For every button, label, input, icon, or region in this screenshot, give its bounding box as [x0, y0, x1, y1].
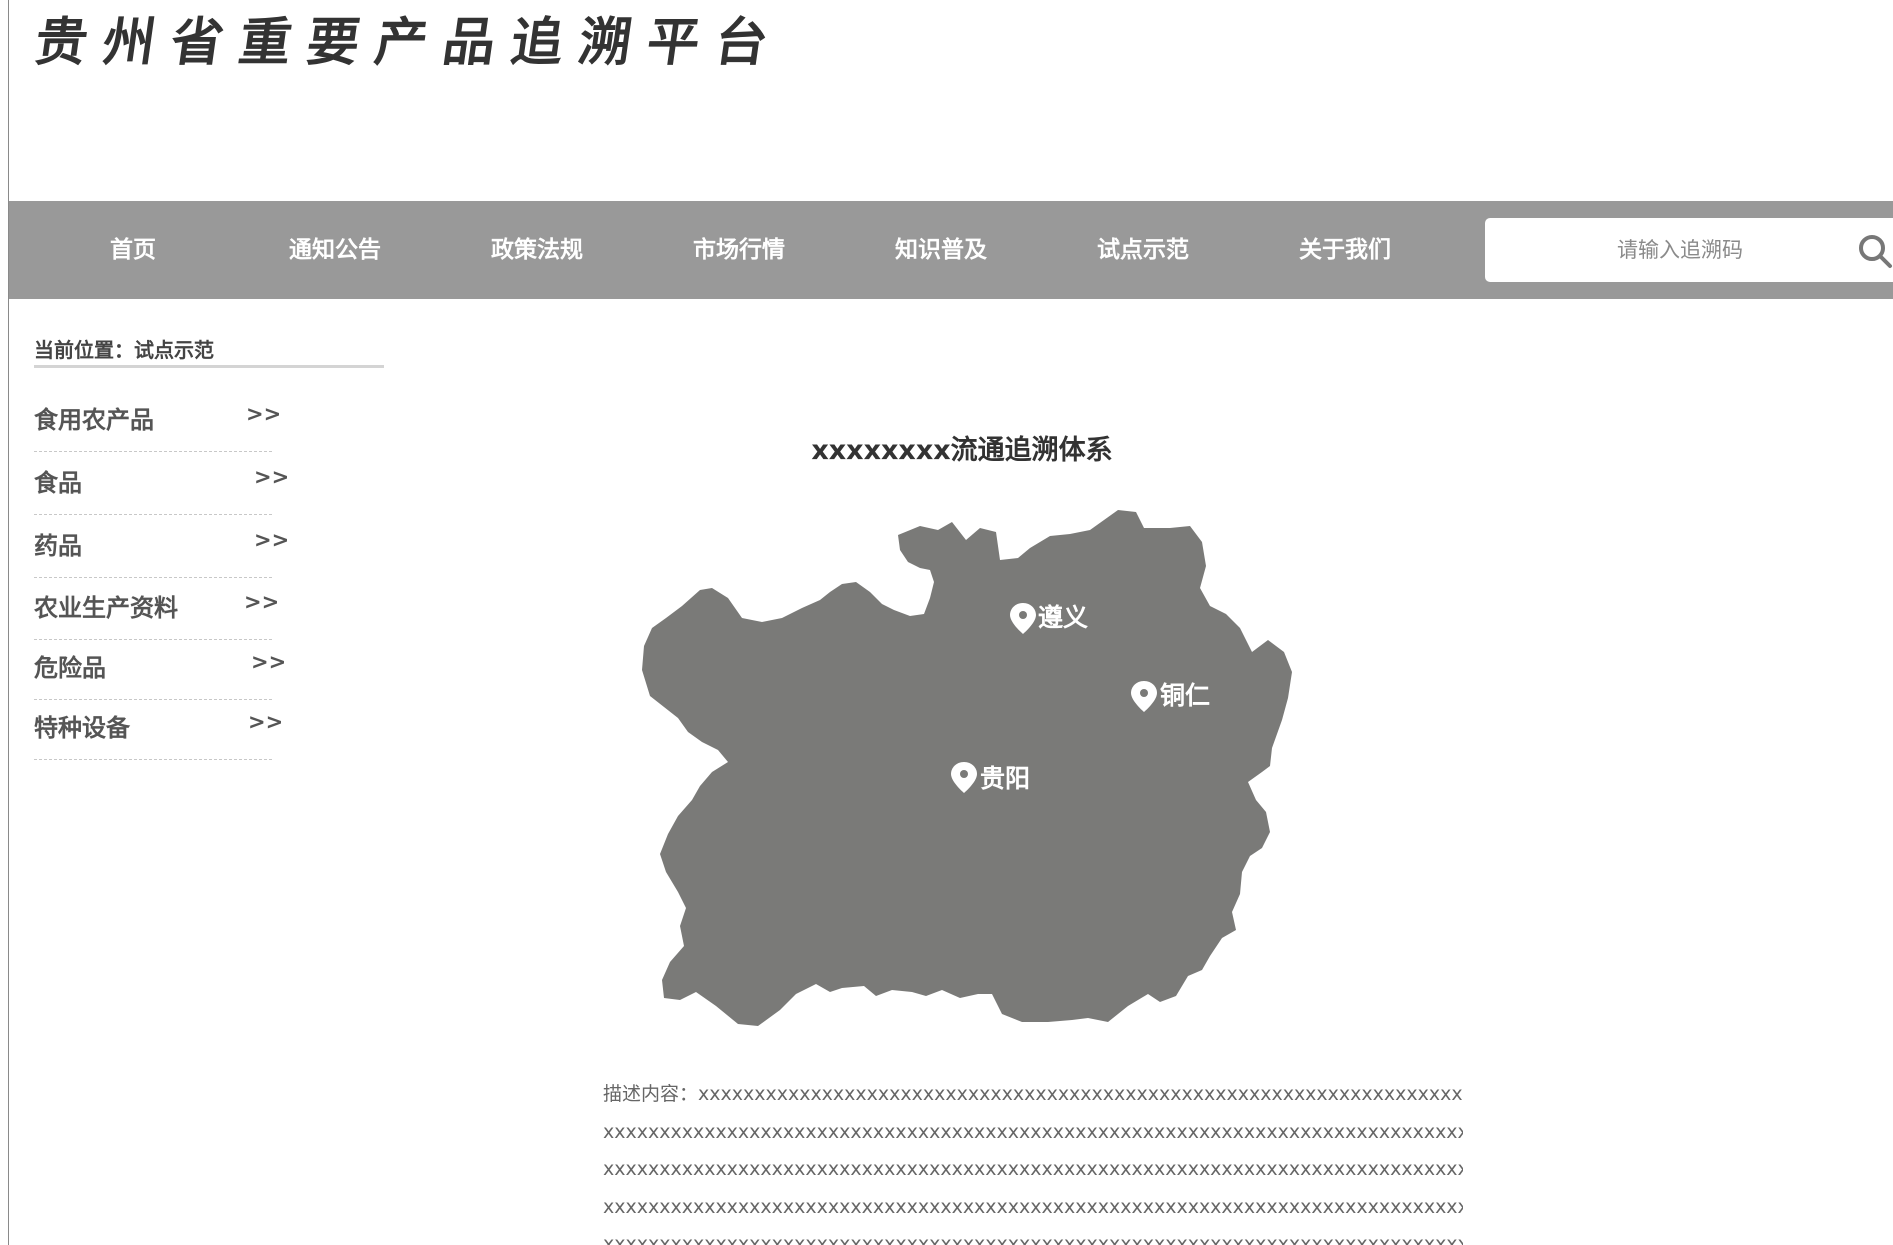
page-left-border	[8, 0, 9, 1245]
city-marker-tongren[interactable]: 铜仁	[1131, 681, 1210, 712]
sidebar-item-arrow: >>	[254, 528, 290, 552]
sidebar-item-label: 农业生产资料	[34, 594, 178, 622]
sidebar-item-label: 危险品	[34, 654, 106, 682]
description-block: 描述内容：xxxxxxxxxxxxxxxxxxxxxxxxxxxxxxxxxxx…	[603, 1076, 1463, 1245]
description-line: xxxxxxxxxxxxxxxxxxxxxxxxxxxxxxxxxxxxxxxx…	[603, 1158, 1463, 1180]
breadcrumb: 当前位置：试点示范	[34, 334, 384, 368]
nav-item-about[interactable]: 关于我们	[1299, 201, 1391, 299]
sidebar-item-arrow: >>	[254, 465, 290, 489]
trace-code-search-input[interactable]	[1485, 218, 1845, 282]
description-line: xxxxxxxxxxxxxxxxxxxxxxxxxxxxxxxxxxxxxxxx…	[603, 1120, 1463, 1143]
nav-item-notices[interactable]: 通知公告	[289, 201, 381, 299]
sidebar-item-edible-agricultural[interactable]: 食用农产品 >>	[34, 392, 281, 452]
sidebar-item-agricultural-materials[interactable]: 农业生产资料 >>	[34, 580, 279, 640]
search-icon[interactable]	[1857, 233, 1893, 269]
site-title: 贵州省重要产品追溯平台	[31, 12, 788, 73]
sidebar-item-special-equipment[interactable]: 特种设备 >>	[34, 700, 283, 760]
sidebar-item-label: 药品	[34, 532, 82, 560]
description-line: xxxxxxxxxxxxxxxxxxxxxxxxxxxxxxxxxxxxxxxx…	[603, 1233, 1463, 1245]
sidebar-item-arrow: >>	[244, 590, 280, 614]
sidebar-item-medicine[interactable]: 药品 >>	[34, 518, 289, 578]
description-line: 描述内容：xxxxxxxxxxxxxxxxxxxxxxxxxxxxxxxxxxx…	[603, 1083, 1463, 1105]
sidebar-item-label: 食用农产品	[34, 406, 154, 434]
city-marker-zunyi[interactable]: 遵义	[1010, 603, 1088, 634]
description-line: xxxxxxxxxxxxxxxxxxxxxxxxxxxxxxxxxxxxxxxx…	[603, 1195, 1463, 1218]
sidebar-item-food[interactable]: 食品 >>	[34, 455, 289, 515]
guizhou-map: 遵义 铜仁 贵阳	[642, 510, 1292, 1026]
search-box	[1485, 218, 1893, 282]
nav-item-policies[interactable]: 政策法规	[491, 201, 583, 299]
content-title: xxxxxxxx流通追溯体系	[811, 435, 1113, 466]
nav-item-market[interactable]: 市场行情	[693, 201, 785, 299]
city-marker-guiyang[interactable]: 贵阳	[951, 762, 1030, 793]
sidebar-item-label: 食品	[34, 469, 82, 497]
sidebar-item-arrow: >>	[246, 402, 282, 426]
sidebar-item-label: 特种设备	[34, 714, 130, 742]
nav-item-knowledge[interactable]: 知识普及	[895, 201, 987, 299]
sidebar-item-arrow: >>	[251, 650, 287, 674]
nav-item-pilot[interactable]: 试点示范	[1097, 201, 1189, 299]
city-label-guiyang: 贵阳	[980, 764, 1030, 793]
nav-item-home[interactable]: 首页	[110, 201, 156, 299]
city-label-zunyi: 遵义	[1038, 603, 1088, 632]
sidebar-item-arrow: >>	[248, 710, 284, 734]
city-label-tongren: 铜仁	[1160, 681, 1210, 710]
sidebar-item-hazardous-goods[interactable]: 危险品 >>	[34, 640, 286, 700]
